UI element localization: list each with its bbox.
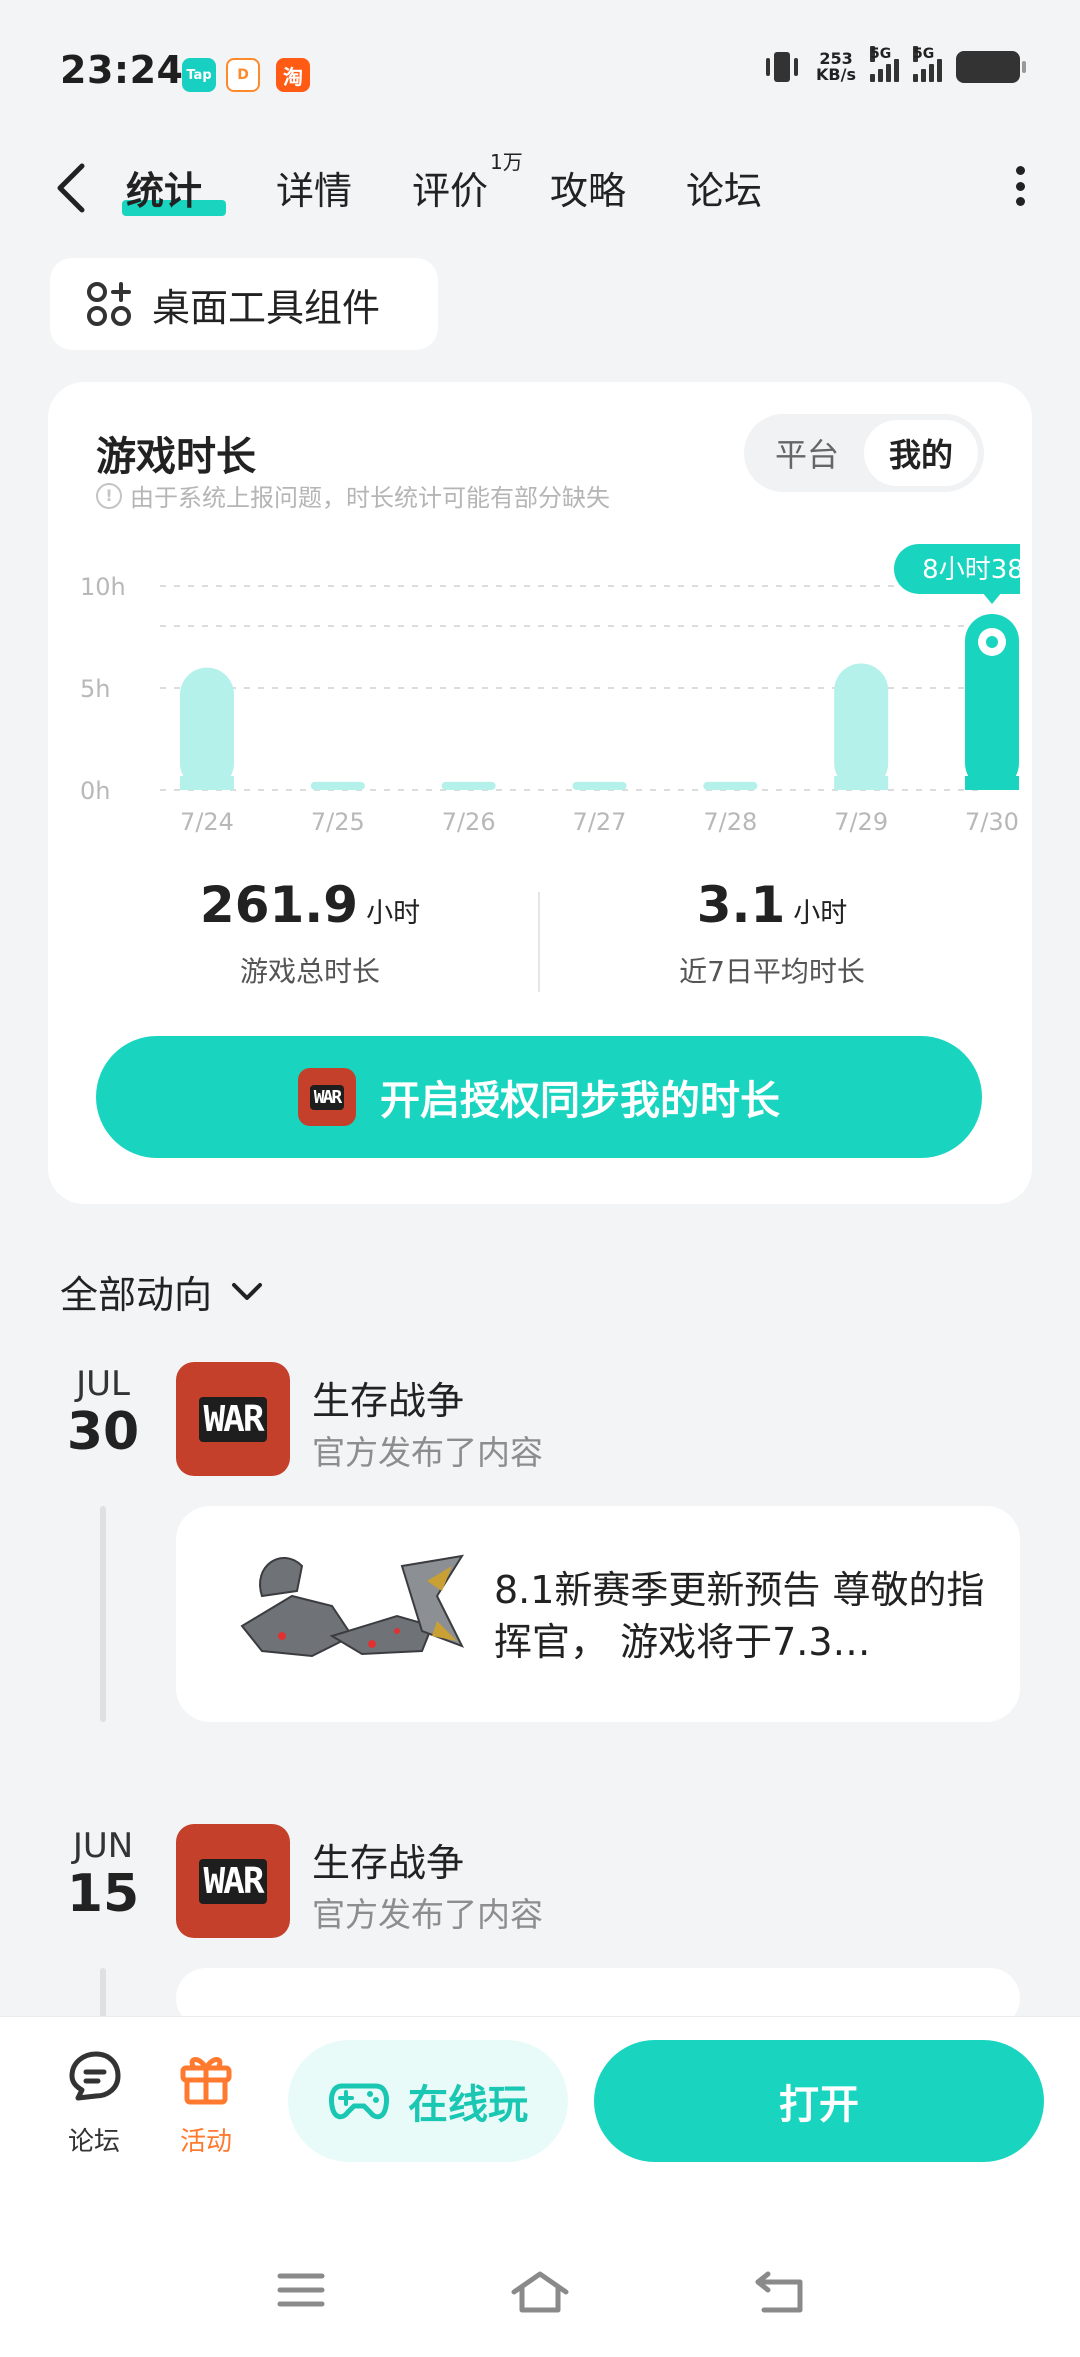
feed-date-month: JUL [76,1364,130,1404]
game-avatar[interactable]: WAR [176,1824,290,1938]
feed-game-name[interactable]: 生存战争 [312,1832,464,1887]
widgets-icon [87,282,131,326]
x-tick-label: 7/28 [703,808,757,836]
back-arrow-icon[interactable] [54,162,90,214]
bar [834,663,889,790]
sync-authorization-label: 开启授权同步我的时长 [380,1078,780,1124]
feed-date-day: 15 [66,1864,140,1924]
forum-nav-label: 论坛 [67,2127,120,2157]
post-thumbnail-image [240,1554,465,1658]
stats-divider [538,892,540,992]
desktop-widget-label: 桌面工具组件 [152,285,381,330]
x-tick-label: 7/24 [180,808,234,836]
tab-guides[interactable]: 攻略 [550,160,626,215]
signal-icon: 5G [870,46,899,82]
tab-stats[interactable]: 统计 [126,160,202,215]
didi-app-icon: D [226,58,260,92]
average-playtime-unit: 小时 [793,898,848,929]
taptap-app-icon: Tap [182,58,216,92]
forum-nav-button[interactable]: 论坛 [56,2050,132,2158]
feed-game-name[interactable]: 生存战争 [312,1370,464,1425]
status-right-cluster: 253 KB/s 5G 5G [762,46,1026,84]
gift-icon [180,2057,232,2105]
game-avatar[interactable]: WAR [176,1362,290,1476]
average-playtime-value: 3.1 [696,876,786,934]
bar-base [965,776,1019,790]
bar [703,781,758,790]
highlight-label-pointer [982,591,1002,604]
x-tick-label: 7/29 [834,808,888,836]
average-playtime-stat: 3.1 小时 [612,876,932,934]
open-game-button[interactable]: 打开 [594,2040,1044,2162]
y-tick-label: 10h [80,573,126,601]
bar [441,781,496,790]
playtime-title: 游戏时长 [96,434,256,480]
total-playtime-unit: 小时 [366,898,421,929]
highlight-label-text: 8小时38分钟 [922,555,1020,585]
bar-marker-inner [986,635,998,648]
x-tick-label: 7/25 [311,808,365,836]
activity-nav-label: 活动 [179,2127,232,2157]
post-text[interactable]: 8.1新赛季更新预告 尊敬的指挥官， 游戏将于7.3… [494,1564,994,1668]
sync-authorization-button[interactable]: WAR 开启授权同步我的时长 [96,1036,982,1158]
toggle-platform[interactable]: 平台 [750,420,864,486]
more-menu-icon[interactable] [1014,166,1026,206]
activity-nav-button[interactable]: 活动 [168,2050,244,2158]
feed-subtitle: 官方发布了内容 [312,1433,543,1472]
back-nav-icon[interactable] [754,2270,808,2314]
review-count-badge: 1万 [490,150,523,174]
feed-subtitle: 官方发布了内容 [312,1895,543,1934]
total-playtime-value: 261.9 [199,876,359,934]
tab-details[interactable]: 详情 [276,160,352,215]
tab-reviews[interactable]: 评价 [412,160,488,215]
x-tick-label: 7/30 [965,808,1019,836]
gamepad-icon [329,2083,389,2120]
source-toggle[interactable]: 平台 我的 [744,414,984,492]
y-tick-label: 5h [80,675,110,703]
net-speed: 253 KB/s [816,49,856,84]
all-activity-label: 全部动向 [60,1273,213,1317]
recent-apps-icon[interactable] [276,2270,326,2310]
game-logo-icon: WAR [298,1068,356,1126]
feed-date-month: JUN [72,1826,134,1866]
playtime-note: ! 由于系统上报问题，时长统计可能有部分缺失 [96,478,610,513]
desktop-widget-button[interactable]: 桌面工具组件 [50,258,438,350]
bar-base [834,776,889,790]
total-playtime-stat: 261.9 小时 [150,876,470,934]
timeline-line [100,1506,106,1722]
play-online-label: 在线玩 [408,2082,528,2128]
battery-icon [956,51,1026,83]
total-playtime-label: 游戏总时长 [239,955,380,988]
taobao-app-icon: 淘 [276,58,310,92]
play-online-button[interactable]: 在线玩 [288,2040,568,2162]
bar-base [180,776,234,790]
average-playtime-label: 近7日平均时长 [679,955,865,988]
feed-date-day: 30 [66,1402,140,1462]
info-icon: ! [96,482,122,509]
vibrate-icon [766,52,799,82]
x-tick-label: 7/26 [442,808,496,836]
forum-icon [69,2051,121,2101]
bar [310,781,365,790]
playtime-note-text: 由于系统上报问题，时长统计可能有部分缺失 [130,484,610,512]
home-icon[interactable] [510,2270,570,2314]
y-tick-label: 0h [80,777,110,805]
bar [180,667,234,790]
x-tick-label: 7/27 [573,808,627,836]
chevron-down-icon [232,1282,263,1300]
playtime-bar-chart: 0h 5h 10h 7/24 7/25 7/26 7/27 7/28 7/29 7/30 8小时38… [80,543,1020,836]
status-time: 23:24 [60,48,184,92]
toggle-mine[interactable]: 我的 [864,420,978,486]
all-activity-filter[interactable]: 全部动向 [60,1264,264,1319]
signal-icon-2: 5G [913,46,942,82]
bar [572,781,627,790]
tab-forum[interactable]: 论坛 [686,160,762,215]
